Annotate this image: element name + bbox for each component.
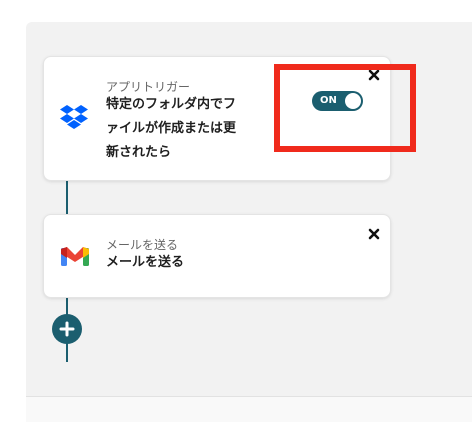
trigger-card-title-line: ァイルが作成または更 bbox=[106, 121, 237, 136]
flow-connector bbox=[66, 181, 68, 214]
action-card-title: メールを送る bbox=[106, 255, 185, 270]
action-card[interactable]: メールを送る メールを送る bbox=[43, 214, 391, 298]
trigger-card-title-line: 新されたら bbox=[106, 145, 172, 160]
canvas-footer bbox=[26, 396, 472, 422]
close-icon[interactable] bbox=[368, 228, 380, 240]
trigger-card-title: 特定のフォルダ内でフ ァイルが作成または更 新されたら bbox=[106, 93, 256, 165]
highlight-box bbox=[274, 64, 416, 152]
trigger-card-title-line: 特定のフォルダ内でフ bbox=[106, 97, 237, 112]
gmail-icon bbox=[60, 245, 90, 271]
add-step-button[interactable] bbox=[52, 314, 82, 344]
dropbox-icon bbox=[59, 104, 89, 136]
plus-icon bbox=[59, 321, 75, 337]
